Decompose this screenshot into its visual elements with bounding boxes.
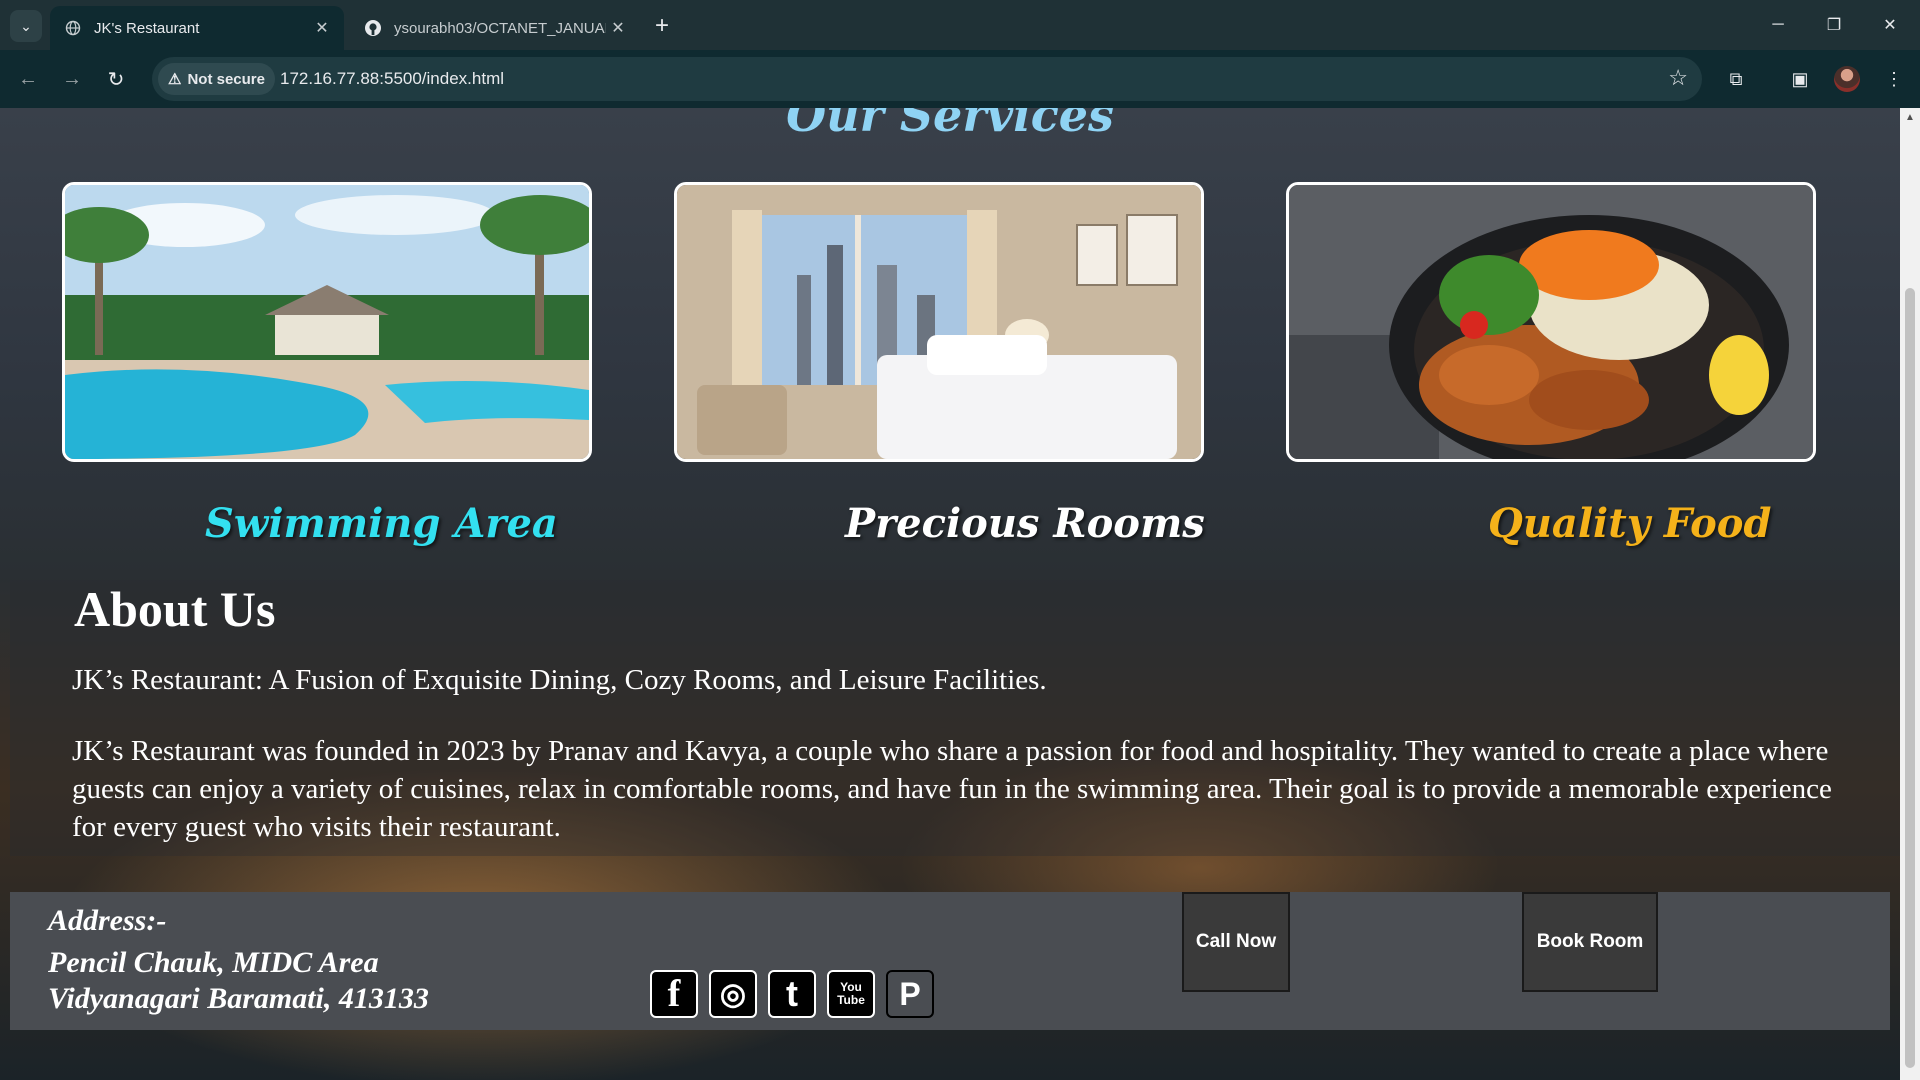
address-line-1: Pencil Chauk, MIDC Area <box>48 946 379 979</box>
scrollbar-thumb[interactable] <box>1905 288 1915 1068</box>
service-label-food: Quality Food <box>1488 500 1772 547</box>
side-panel-icon: ▣ <box>1791 68 1809 89</box>
security-chip[interactable]: ⚠ Not secure <box>158 63 275 95</box>
instagram-icon[interactable]: ◎ <box>709 970 757 1018</box>
tab-jks-restaurant[interactable]: JK's Restaurant ✕ <box>50 6 344 50</box>
reload-button[interactable]: ↻ <box>100 63 132 95</box>
github-icon <box>364 19 382 37</box>
restore-icon: ❐ <box>1826 17 1842 34</box>
page-viewport: Our Services Swimming Area Precious Room… <box>0 108 1900 1080</box>
forward-button[interactable]: → <box>56 63 88 95</box>
service-label-rooms: Precious Rooms <box>845 500 1205 547</box>
address-bar[interactable]: ⚠ Not secure 172.16.77.88:5500/index.htm… <box>152 57 1702 101</box>
back-button[interactable]: ← <box>12 63 44 95</box>
minimize-button[interactable]: ─ <box>1750 0 1806 50</box>
menu-button[interactable]: ⋮ <box>1878 63 1910 95</box>
scroll-up-arrow-icon[interactable]: ▲ <box>1900 112 1920 126</box>
security-chip-label: Not secure <box>187 70 265 88</box>
puzzle-icon: ⧉ <box>1729 68 1743 89</box>
youtube-icon[interactable]: You Tube <box>827 970 875 1018</box>
tab-search-button[interactable]: ⌄ <box>10 10 42 42</box>
plus-icon: + <box>654 12 669 39</box>
address-line-2: Vidyanagari Baramati, 413133 <box>48 982 429 1015</box>
close-icon: ✕ <box>1883 17 1897 34</box>
browser-toolbar: ← → ↻ ⚠ Not secure 172.16.77.88:5500/ind… <box>0 50 1920 108</box>
tab-title: ysourabh03/OCTANET_JANUAR <box>394 19 606 37</box>
tab-github-repo[interactable]: ysourabh03/OCTANET_JANUAR ✕ <box>350 6 640 50</box>
side-panel-button[interactable]: ▣ <box>1784 63 1816 95</box>
tab-title: JK's Restaurant <box>94 19 200 37</box>
bookmark-star-icon[interactable]: ☆ <box>1668 67 1688 89</box>
close-icon[interactable]: ✕ <box>606 16 630 40</box>
tab-strip: ⌄ JK's Restaurant ✕ ysourabh03/OCTANET_J… <box>0 0 1920 50</box>
call-now-button[interactable]: Call Now <box>1182 892 1290 992</box>
close-icon[interactable]: ✕ <box>310 16 334 40</box>
extensions-button[interactable]: ⧉ <box>1720 63 1752 95</box>
about-heading: About Us <box>74 581 276 637</box>
about-section: About Us JK’s Restaurant: A Fusion of Ex… <box>10 580 1900 856</box>
avatar[interactable] <box>1834 66 1860 92</box>
warning-icon: ⚠ <box>168 71 182 88</box>
arrow-right-icon: → <box>62 67 82 90</box>
about-tagline: JK’s Restaurant: A Fusion of Exquisite D… <box>72 664 1047 696</box>
globe-icon <box>64 19 82 37</box>
twitter-icon[interactable]: t <box>768 970 816 1018</box>
pinterest-icon[interactable]: P <box>886 970 934 1018</box>
minimize-icon: ─ <box>1772 16 1784 33</box>
chevron-down-icon: ⌄ <box>20 17 32 34</box>
kebab-menu-icon: ⋮ <box>1885 68 1903 89</box>
arrow-left-icon: ← <box>18 67 38 90</box>
reload-icon: ↻ <box>107 68 125 91</box>
facebook-icon[interactable]: f <box>650 970 698 1018</box>
footer: Address:- Pencil Chauk, MIDC Area Vidyan… <box>10 892 1890 1030</box>
page-scrollbar[interactable]: ▲ <box>1900 108 1920 1080</box>
url-text[interactable]: 172.16.77.88:5500/index.html <box>280 69 504 89</box>
book-room-button[interactable]: Book Room <box>1522 892 1658 992</box>
food-bowl-photo <box>1286 182 1816 462</box>
close-window-button[interactable]: ✕ <box>1862 0 1918 50</box>
services-heading: Our Services <box>786 108 1114 142</box>
restore-button[interactable]: ❐ <box>1806 0 1862 50</box>
about-story: JK’s Restaurant was founded in 2023 by P… <box>72 735 1832 843</box>
hotel-room-photo <box>674 182 1204 462</box>
service-label-swimming: Swimming Area <box>205 500 558 547</box>
address-label: Address:- <box>48 904 167 937</box>
pool-photo <box>62 182 592 462</box>
new-tab-button[interactable]: + <box>648 12 676 40</box>
